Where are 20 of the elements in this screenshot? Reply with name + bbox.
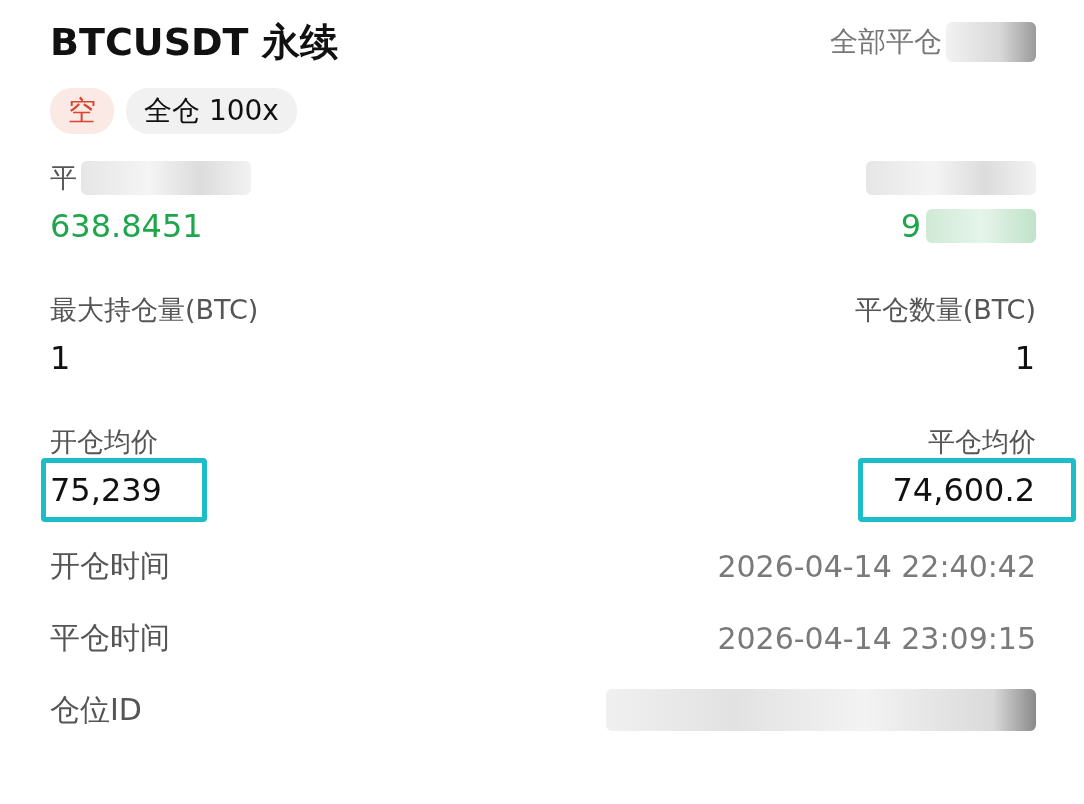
field-value: 2026-04-14 23:09:15 xyxy=(717,620,1036,656)
close-all-link[interactable]: 全部平仓 xyxy=(830,23,942,61)
field-value: 1 xyxy=(50,339,71,377)
field-value: 9 xyxy=(900,207,921,245)
field-label: 平 xyxy=(50,161,77,195)
field-label: 开仓均价 xyxy=(50,425,158,459)
page-title: BTCUSDT 永续 xyxy=(50,18,338,66)
field-label: 平仓数量(BTC) xyxy=(854,293,1036,327)
field-value: 2026-04-14 22:40:42 xyxy=(717,548,1036,584)
field-label: 平仓时间 xyxy=(50,618,170,657)
field-value: 638.8451 xyxy=(50,207,203,245)
field-value: 75,239 xyxy=(50,471,162,509)
field-value: 74,600.2 xyxy=(892,471,1035,509)
field-value: 1 xyxy=(1014,339,1035,377)
field-label: 平仓均价 xyxy=(928,425,1036,459)
margin-mode-tag: 全仓 100x xyxy=(126,88,297,134)
side-tag: 空 xyxy=(50,88,114,134)
field-label: 最大持仓量(BTC) xyxy=(50,293,259,327)
field-label: 开仓时间 xyxy=(50,546,170,585)
field-label: 仓位ID xyxy=(50,690,142,729)
